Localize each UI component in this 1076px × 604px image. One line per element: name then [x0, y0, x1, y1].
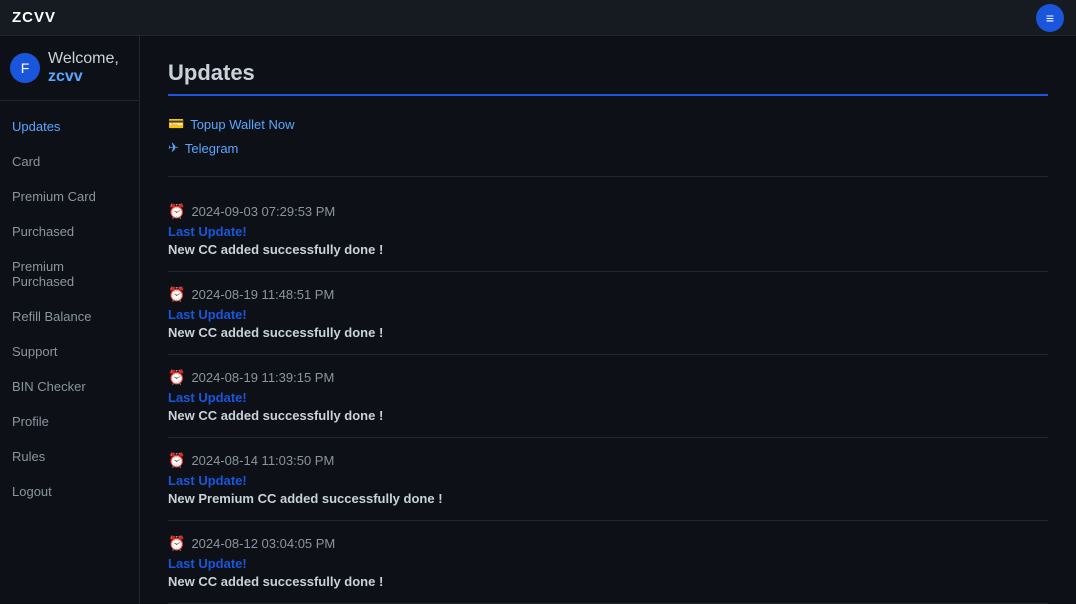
- updates-list: ⏰ 2024-09-03 07:29:53 PM Last Update! New C…: [168, 189, 1048, 604]
- telegram-icon: ✈: [168, 140, 179, 156]
- update-message: New CC added successfully done !: [168, 242, 1048, 257]
- title-underline: [168, 94, 1048, 96]
- update-timestamp: 2024-08-12 03:04:05 PM: [191, 536, 335, 551]
- sidebar-user-section: F Welcome, zcvv: [0, 36, 139, 101]
- update-item: ⏰ 2024-09-03 07:29:53 PM Last Update! New C…: [168, 189, 1048, 272]
- sidebar: F Welcome, zcvv UpdatesCardPremium CardP…: [0, 36, 140, 604]
- main-layout: F Welcome, zcvv UpdatesCardPremium CardP…: [0, 36, 1076, 604]
- clock-icon: ⏰: [168, 535, 185, 552]
- topup-label: Topup Wallet Now: [190, 117, 294, 132]
- sidebar-username: zcvv: [48, 68, 83, 85]
- sidebar-item-support[interactable]: Support: [0, 334, 139, 369]
- divider: [168, 176, 1048, 177]
- update-timestamp: 2024-09-03 07:29:53 PM: [191, 204, 335, 219]
- welcome-text-block: Welcome, zcvv: [48, 50, 129, 86]
- topup-icon: 💳: [168, 116, 184, 132]
- sidebar-item-logout[interactable]: Logout: [0, 474, 139, 509]
- clock-icon: ⏰: [168, 452, 185, 469]
- update-label: Last Update!: [168, 556, 1048, 571]
- sidebar-item-updates[interactable]: Updates: [0, 109, 139, 144]
- update-timestamp: 2024-08-14 11:03:50 PM: [191, 453, 334, 468]
- update-timestamp: 2024-08-19 11:48:51 PM: [191, 287, 334, 302]
- avatar-icon: F: [21, 60, 30, 76]
- sidebar-item-rules[interactable]: Rules: [0, 439, 139, 474]
- update-item: ⏰ 2024-08-12 03:04:05 PM Last Update! New C…: [168, 521, 1048, 604]
- main-content: Updates 💳 Topup Wallet Now ✈ Telegram ⏰ 2024…: [140, 36, 1076, 604]
- sidebar-item-purchased[interactable]: Purchased: [0, 214, 139, 249]
- sidebar-item-refill-balance[interactable]: Refill Balance: [0, 299, 139, 334]
- action-link-telegram[interactable]: ✈ Telegram: [168, 140, 1048, 156]
- update-time-row: ⏰ 2024-08-14 11:03:50 PM: [168, 452, 1048, 469]
- sidebar-item-card[interactable]: Card: [0, 144, 139, 179]
- update-label: Last Update!: [168, 390, 1048, 405]
- page-title: Updates: [168, 60, 1048, 86]
- update-message: New CC added successfully done !: [168, 408, 1048, 423]
- update-message: New Premium CC added successfully done !: [168, 491, 1048, 506]
- action-link-topup[interactable]: 💳 Topup Wallet Now: [168, 116, 1048, 132]
- navbar: ZCVV ≡: [0, 0, 1076, 36]
- clock-icon: ⏰: [168, 203, 185, 220]
- update-time-row: ⏰ 2024-08-19 11:48:51 PM: [168, 286, 1048, 303]
- action-links: 💳 Topup Wallet Now ✈ Telegram: [168, 116, 1048, 156]
- hamburger-icon: ≡: [1046, 10, 1054, 26]
- brand-logo: ZCVV: [12, 9, 56, 26]
- update-message: New CC added successfully done !: [168, 325, 1048, 340]
- update-label: Last Update!: [168, 307, 1048, 322]
- clock-icon: ⏰: [168, 286, 185, 303]
- update-item: ⏰ 2024-08-19 11:48:51 PM Last Update! New C…: [168, 272, 1048, 355]
- update-label: Last Update!: [168, 224, 1048, 239]
- sidebar-item-premium-purchased[interactable]: Premium Purchased: [0, 249, 139, 299]
- update-item: ⏰ 2024-08-19 11:39:15 PM Last Update! New C…: [168, 355, 1048, 438]
- update-time-row: ⏰ 2024-08-19 11:39:15 PM: [168, 369, 1048, 386]
- clock-icon: ⏰: [168, 369, 185, 386]
- update-message: New CC added successfully done !: [168, 574, 1048, 589]
- update-timestamp: 2024-08-19 11:39:15 PM: [191, 370, 334, 385]
- welcome-label: Welcome,: [48, 50, 119, 67]
- update-time-row: ⏰ 2024-08-12 03:04:05 PM: [168, 535, 1048, 552]
- sidebar-nav: UpdatesCardPremium CardPurchasedPremium …: [0, 101, 139, 517]
- update-time-row: ⏰ 2024-09-03 07:29:53 PM: [168, 203, 1048, 220]
- menu-button[interactable]: ≡: [1036, 4, 1064, 32]
- update-label: Last Update!: [168, 473, 1048, 488]
- avatar: F: [10, 53, 40, 83]
- sidebar-item-bin-checker[interactable]: BIN Checker: [0, 369, 139, 404]
- telegram-label: Telegram: [185, 141, 238, 156]
- update-item: ⏰ 2024-08-14 11:03:50 PM Last Update! New P…: [168, 438, 1048, 521]
- sidebar-item-premium-card[interactable]: Premium Card: [0, 179, 139, 214]
- sidebar-item-profile[interactable]: Profile: [0, 404, 139, 439]
